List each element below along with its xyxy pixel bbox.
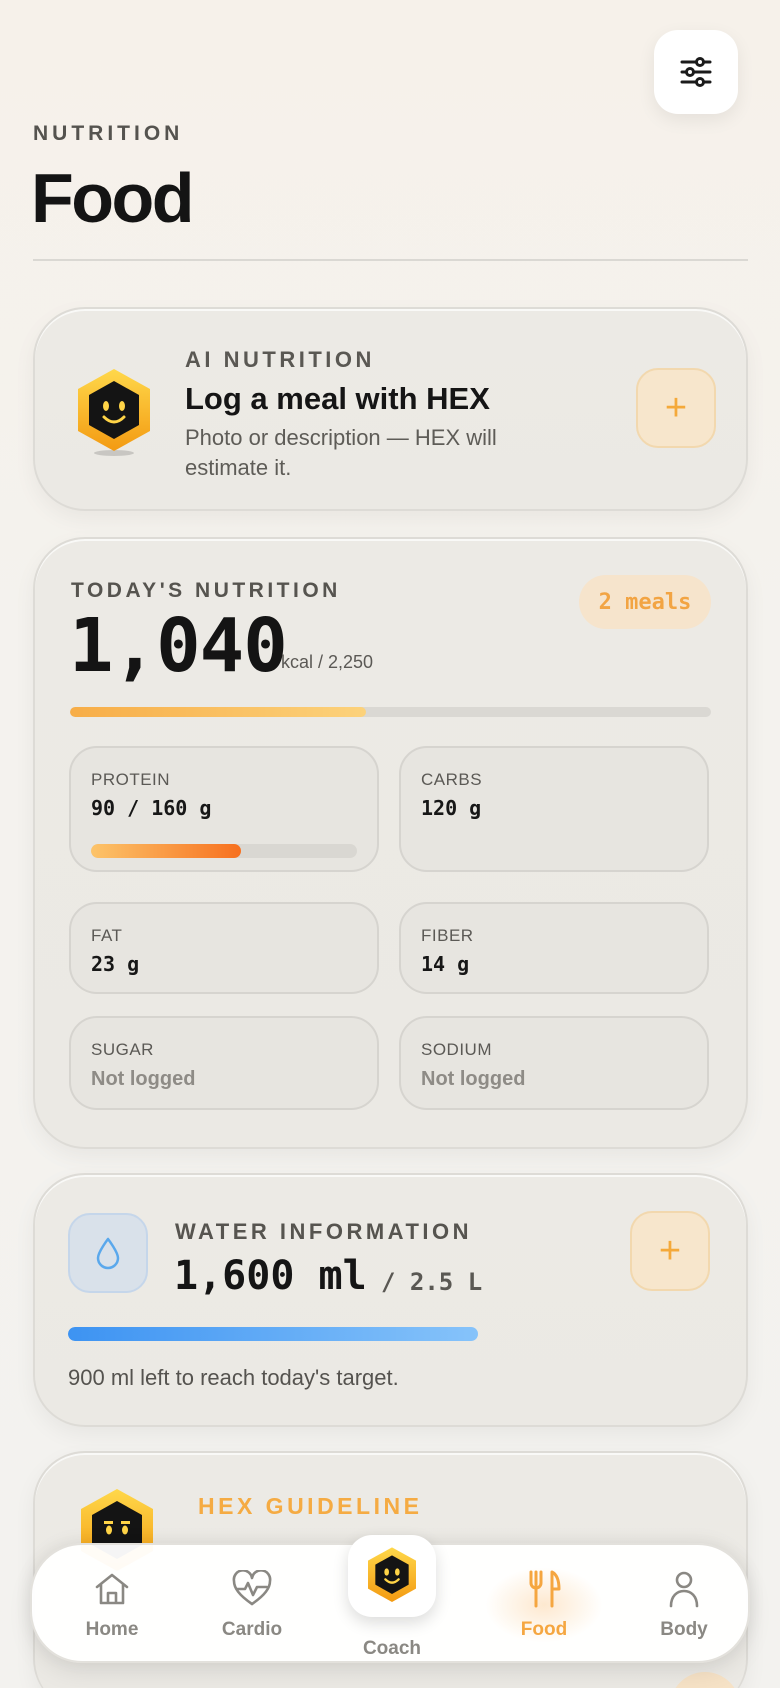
water-progress-fill [68, 1327, 478, 1341]
macro-value: 23 g [91, 952, 140, 976]
macro-value: 120 g [421, 796, 482, 820]
nav-label: Body [660, 1619, 708, 1640]
sliders-icon [680, 57, 712, 87]
macro-label: SODIUM [421, 1040, 492, 1059]
macro-fat: FAT 23 g [69, 902, 379, 994]
macro-protein: PROTEIN 90 / 160 g [69, 746, 379, 872]
add-water-button[interactable]: + [630, 1211, 710, 1291]
home-icon [95, 1573, 129, 1605]
macro-sugar: SUGAR Not logged [69, 1016, 379, 1110]
nav-item-food[interactable]: Food [484, 1545, 604, 1665]
filter-button[interactable] [654, 30, 738, 114]
header-divider [33, 259, 748, 261]
ai-nutrition-card[interactable]: AI NUTRITION Log a meal with HEX Photo o… [33, 307, 748, 511]
todays-nutrition-card: TODAY'S NUTRITION 2 meals 1,040 kcal / 2… [33, 537, 748, 1149]
water-overline: WATER INFORMATION [175, 1219, 472, 1244]
nav-label: Coach [362, 1638, 422, 1659]
nav-item-cardio[interactable]: Cardio [192, 1545, 312, 1665]
nav-item-coach[interactable] [348, 1535, 436, 1617]
water-value: 1,600 ml [174, 1253, 367, 1299]
nav-label: Cardio [221, 1619, 283, 1640]
water-drop-icon [96, 1237, 120, 1270]
meals-count-badge: 2 meals [579, 575, 711, 629]
water-progress-bar [68, 1327, 708, 1341]
plus-icon: + [664, 386, 688, 429]
person-icon [669, 1571, 699, 1608]
water-goal: / 2.5 L [381, 1268, 483, 1296]
macro-label: FIBER [421, 926, 474, 945]
kcal-progress-fill [70, 707, 367, 717]
ai-card-title: Log a meal with HEX [185, 381, 490, 416]
macro-value: 90 / 160 g [91, 796, 212, 820]
hex-guideline-title: HEX GUIDELINE [198, 1493, 423, 1519]
macro-value: 14 g [421, 952, 470, 976]
water-drop-badge [68, 1213, 148, 1293]
bottom-navigation: Home Cardio Coach Food Body [30, 1535, 750, 1665]
kcal-value: 1,040 [69, 603, 288, 689]
macro-label: PROTEIN [91, 770, 171, 789]
hex-mascot-icon [78, 369, 150, 456]
macro-label: SUGAR [91, 1040, 154, 1059]
protein-progress-bar [91, 844, 357, 858]
todays-nutrition-overline: TODAY'S NUTRITION [71, 579, 341, 602]
nav-label: Food [520, 1619, 568, 1640]
ai-card-subtitle: Photo or description — HEX will estimate… [185, 425, 497, 480]
nav-item-home[interactable]: Home [52, 1545, 172, 1665]
protein-progress-fill [91, 844, 241, 858]
water-information-card: WATER INFORMATION 1,600 ml / 2.5 L + 900… [33, 1173, 748, 1427]
macro-carbs: CARBS 120 g [399, 746, 709, 872]
macro-sodium: SODIUM Not logged [399, 1016, 709, 1110]
page-title: Food [31, 159, 195, 237]
macro-label: CARBS [421, 770, 483, 789]
ai-card-overline: AI NUTRITION [185, 347, 375, 372]
kcal-goal: kcal / 2,250 [281, 652, 374, 672]
macro-value: Not logged [91, 1068, 196, 1090]
hex-coach-icon [368, 1547, 416, 1602]
macro-label: FAT [91, 926, 123, 945]
fork-knife-icon [529, 1570, 561, 1608]
page-overline: NUTRITION [33, 122, 184, 145]
water-remaining-note: 900 ml left to reach today's target. [68, 1365, 399, 1390]
plus-icon: + [658, 1229, 682, 1272]
nav-label: Home [85, 1619, 139, 1640]
macro-fiber: FIBER 14 g [399, 902, 709, 994]
macro-value: Not logged [421, 1068, 526, 1090]
log-meal-add-button[interactable]: + [636, 368, 716, 448]
nav-item-body[interactable]: Body [624, 1545, 744, 1665]
heart-pulse-icon [232, 1570, 272, 1606]
kcal-progress-bar [70, 707, 711, 717]
